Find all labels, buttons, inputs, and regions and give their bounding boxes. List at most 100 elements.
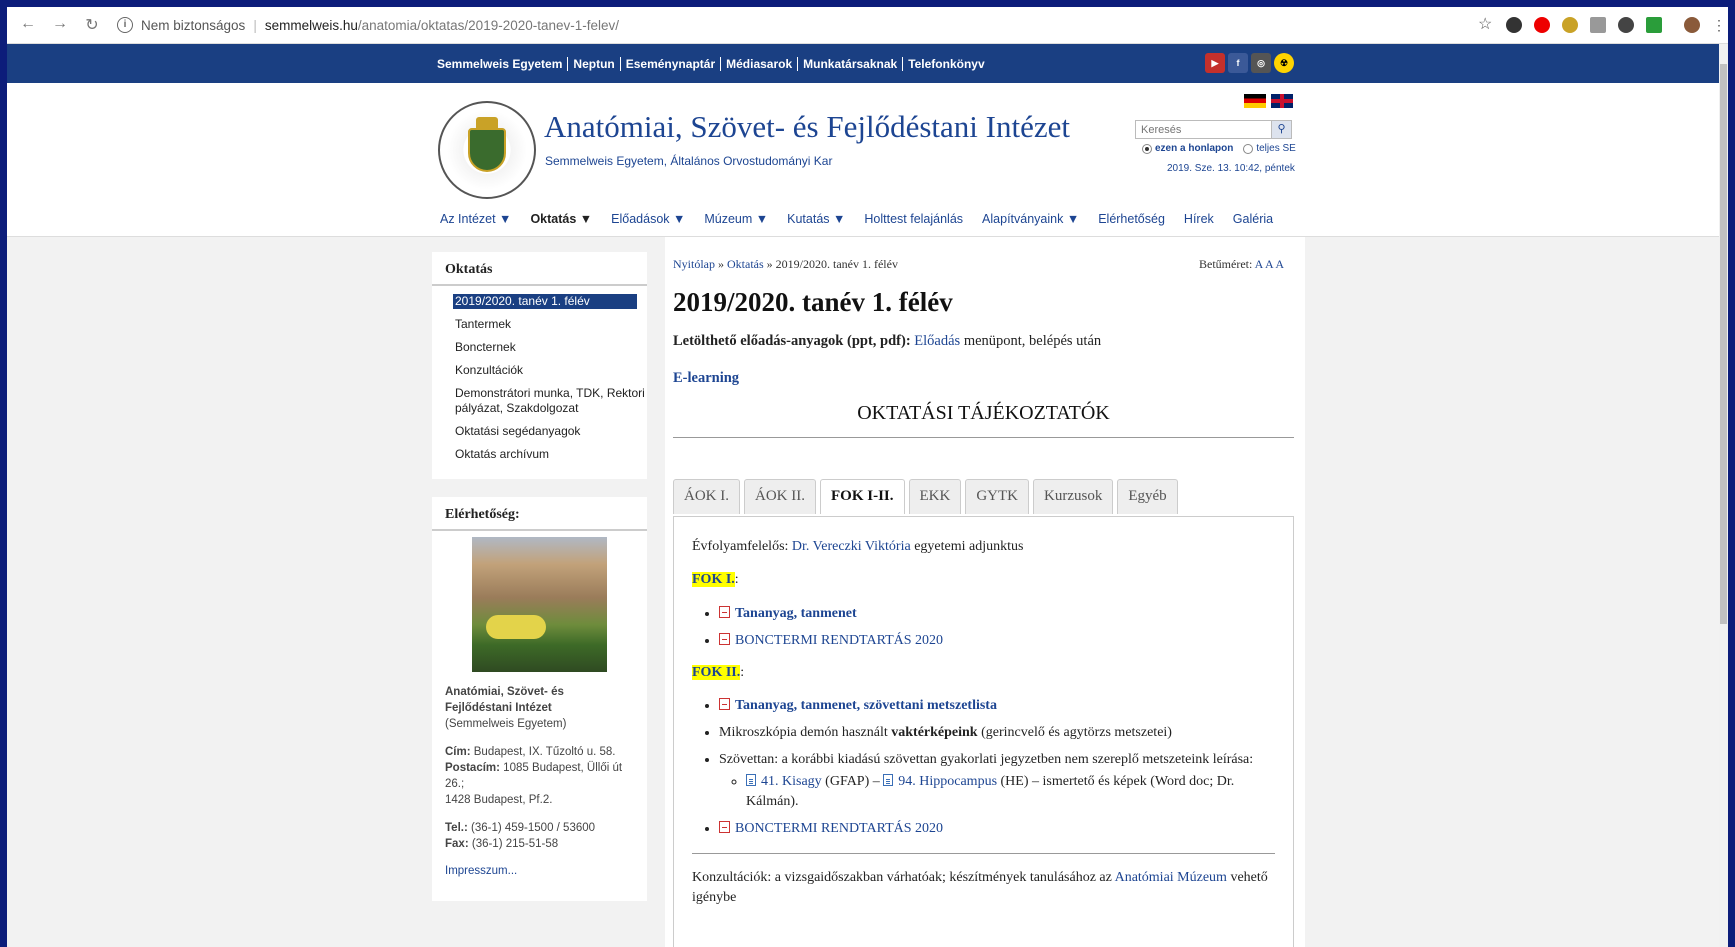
hippocampus-link[interactable]: 94. Hippocampus [898, 774, 997, 789]
toplink-munkatarsaknak[interactable]: Munkatársaknak [798, 56, 904, 71]
list-item: Mikroszkópia demón használt vaktérképein… [719, 723, 1275, 743]
toplink-mediasarok[interactable]: Médiasarok [721, 56, 799, 71]
scrollbar-thumb[interactable] [1720, 64, 1727, 624]
nav-alapitvanyaink[interactable]: Alapítványaink ▼ [982, 212, 1079, 226]
top-links: Semmelweis Egyetem Neptun Eseménynaptár … [437, 44, 990, 83]
nav-oktatas[interactable]: Oktatás ▼ [530, 212, 592, 226]
tab-ekk[interactable]: EKK [908, 479, 962, 514]
sidebar-item-konzultaciok[interactable]: Konzultációk [453, 363, 647, 378]
phone: (36-1) 459-1500 / 53600 [471, 822, 596, 834]
radiation-icon[interactable]: ☢ [1274, 53, 1294, 73]
search-icon[interactable]: ⚲ [1271, 121, 1291, 138]
fok2-rendtartas-link[interactable]: BONCTERMI RENDTARTÁS 2020 [735, 821, 943, 836]
list-item: Szövettan: a korábbi kiadású szövettan g… [719, 750, 1275, 812]
address-bar[interactable]: i Nem biztonságos | semmelweis.hu/anatom… [117, 12, 1472, 39]
nav-eloadasok[interactable]: Előadások ▼ [611, 212, 685, 226]
pdf-icon [719, 821, 730, 833]
evfolyam-person-link[interactable]: Dr. Vereczki Viktória [792, 539, 911, 554]
extension-icon[interactable] [1618, 17, 1634, 33]
info-icon[interactable]: i [117, 17, 133, 33]
breadcrumb: Nyitólap » Oktatás » 2019/2020. tanév 1.… [673, 257, 898, 271]
extension-icon[interactable] [1562, 17, 1578, 33]
fax: (36-1) 215-51-58 [471, 838, 559, 850]
nav-hirek[interactable]: Hírek [1184, 212, 1214, 226]
elearning-link[interactable]: E-learning [673, 370, 739, 387]
sidebar-item-tantermek[interactable]: Tantermek [453, 317, 647, 332]
eloadas-link[interactable]: Előadás [914, 333, 960, 349]
radio-this-site[interactable]: ezen a honlapon [1142, 143, 1233, 154]
nav-intezet[interactable]: Az Intézet ▼ [440, 212, 511, 226]
toplink-neptun[interactable]: Neptun [568, 56, 621, 71]
forward-icon[interactable]: → [51, 15, 69, 35]
list-item: Tananyag, tanmenet, szövettani metszetli… [719, 696, 1275, 716]
sidebar-item-segedanyagok[interactable]: Oktatási segédanyagok [453, 424, 647, 439]
extension-icon[interactable] [1590, 17, 1606, 33]
tab-fok[interactable]: FOK I-II. [820, 479, 905, 514]
university-seal-logo[interactable] [438, 101, 536, 199]
site-title[interactable]: Anatómiai, Szövet- és Fejlődéstani Intéz… [544, 109, 1070, 145]
security-label: Nem biztonságos [141, 17, 246, 33]
facebook-icon[interactable]: f [1228, 53, 1248, 73]
font-size-options[interactable]: A A A [1255, 257, 1284, 271]
nav-kutatas[interactable]: Kutatás ▼ [787, 212, 845, 226]
top-bar: Semmelweis Egyetem Neptun Eseménynaptár … [7, 44, 1719, 83]
sidebar-item-current[interactable]: 2019/2020. tanév 1. félév [453, 294, 637, 309]
org-name: Anatómiai, Szövet- és Fejlődéstani Intéz… [445, 686, 564, 714]
building-photo [472, 537, 607, 672]
page-title: 2019/2020. tanév 1. félév [673, 287, 953, 317]
main-nav: Az Intézet ▼ Oktatás ▼ Előadások ▼ Múzeu… [440, 212, 1273, 226]
opera-icon[interactable] [1534, 17, 1550, 33]
tab-aok-1[interactable]: ÁOK I. [673, 479, 740, 514]
radio-all-se[interactable]: teljes SE [1243, 143, 1296, 154]
browser-toolbar: ← → ↻ i Nem biztonságos | semmelweis.hu /… [7, 7, 1728, 44]
reload-icon[interactable]: ↻ [83, 15, 101, 35]
checkmark-icon[interactable] [1646, 17, 1662, 33]
tab-gytk[interactable]: GYTK [965, 479, 1030, 514]
sidebar-heading: Oktatás [432, 252, 647, 286]
tab-egyeb[interactable]: Egyéb [1117, 479, 1178, 514]
toplink-esemenynaptar[interactable]: Eseménynaptár [621, 56, 722, 71]
back-icon[interactable]: ← [19, 15, 37, 35]
tab-aok-2[interactable]: ÁOK II. [744, 479, 816, 514]
star-icon[interactable]: ☆ [1478, 17, 1494, 33]
instagram-icon[interactable]: ◎ [1251, 53, 1271, 73]
toplink-semmelweis[interactable]: Semmelweis Egyetem [437, 56, 569, 71]
nav-galeria[interactable]: Galéria [1233, 212, 1273, 226]
pdf-icon [719, 698, 730, 710]
fok2-tananyag-link[interactable]: Tananyag, tanmenet, szövettani metszetli… [735, 698, 997, 713]
list-item: BONCTERMI RENDTARTÁS 2020 [719, 631, 1275, 651]
tab-kurzusok[interactable]: Kurzusok [1033, 479, 1114, 514]
breadcrumb-home[interactable]: Nyitólap [673, 257, 715, 271]
menu-icon[interactable]: ⋮ [1712, 17, 1728, 33]
impresszum-link[interactable]: Impresszum... [445, 863, 634, 879]
evfolyam-line: Évfolyamfelelős: Dr. Vereczki Viktória e… [692, 539, 1024, 554]
sidebar-item-boncternek[interactable]: Boncternek [453, 340, 647, 355]
avatar[interactable] [1684, 17, 1700, 33]
sub-list-item: 41. Kisagy (GFAP) – 94. Hippocampus (HE)… [746, 772, 1275, 812]
sidebar-item-demonstratori[interactable]: Demonstrátori munka, TDK, Rektori pályáz… [453, 386, 647, 416]
font-size-control: Betűméret: A A A [1199, 257, 1285, 271]
list-item: BONCTERMI RENDTARTÁS 2020 [719, 819, 1275, 839]
nav-holttest[interactable]: Holttest felajánlás [864, 212, 963, 226]
word-doc-icon [746, 774, 756, 786]
pdf-icon [719, 633, 730, 645]
youtube-icon[interactable]: ▶ [1205, 53, 1225, 73]
english-flag-icon[interactable] [1271, 94, 1293, 108]
extension-icon[interactable] [1506, 17, 1522, 33]
address: Budapest, IX. Tűzoltó u. 58. [473, 746, 616, 758]
toplink-telefonkonyv[interactable]: Telefonkönyv [903, 57, 989, 71]
section-title: OKTATÁSI TÁJÉKOZTATÓK [673, 402, 1294, 438]
fok1-tananyag-link[interactable]: Tananyag, tanmenet [735, 606, 857, 621]
breadcrumb-oktatas[interactable]: Oktatás [727, 257, 764, 271]
nav-muzeum[interactable]: Múzeum ▼ [704, 212, 768, 226]
fok1-rendtartas-link[interactable]: BONCTERMI RENDTARTÁS 2020 [735, 633, 943, 648]
search-input[interactable] [1136, 121, 1271, 138]
browser-window: ← → ↻ i Nem biztonságos | semmelweis.hu /… [7, 7, 1728, 947]
sidebar-item-archivum[interactable]: Oktatás archívum [453, 447, 647, 462]
kisagy-link[interactable]: 41. Kisagy [761, 774, 822, 789]
german-flag-icon[interactable] [1244, 94, 1266, 108]
scrollbar[interactable] [1719, 44, 1728, 947]
nav-elerhetoseg[interactable]: Elérhetőség [1098, 212, 1165, 226]
sidebar-menu: Oktatás 2019/2020. tanév 1. félév Tanter… [432, 252, 647, 479]
anatomiai-muzeum-link[interactable]: Anatómiai Múzeum [1115, 870, 1227, 885]
